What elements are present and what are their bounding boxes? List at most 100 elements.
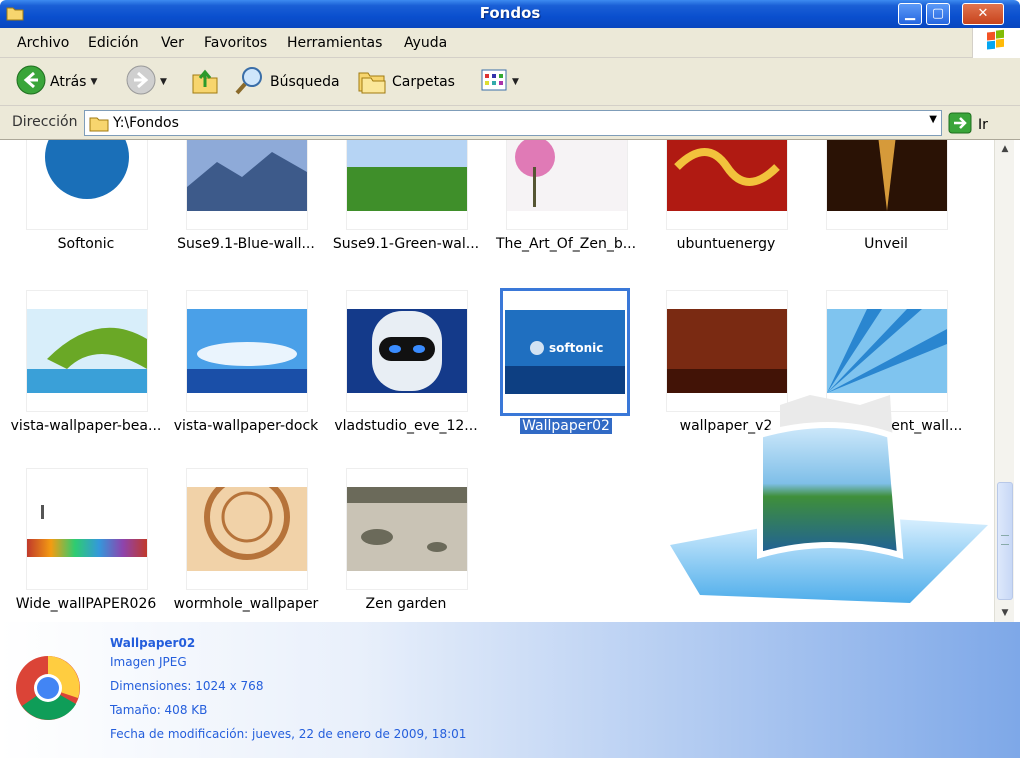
search-icon (234, 65, 266, 99)
file-name: Suse9.1-Blue-wall... (177, 236, 315, 252)
file-list: Softonic Suse9.1-Blue-wall... Suse9.1-Gr… (0, 140, 994, 622)
file-name: Suse9.1-Green-wal... (332, 236, 480, 252)
address-input[interactable]: Y:\Fondos ▼ (84, 110, 942, 136)
up-folder-icon (190, 65, 220, 99)
back-dropdown-icon[interactable]: ▼ (90, 77, 97, 87)
file-name: The_Art_Of_Zen_b... (495, 236, 637, 252)
folders-label: Carpetas (392, 74, 455, 90)
thumbnail-image (187, 140, 307, 211)
thumbnail (26, 290, 148, 412)
address-value: Y:\Fondos (113, 115, 179, 131)
scroll-thumb[interactable] (997, 482, 1013, 600)
svg-text:softonic: softonic (549, 341, 603, 355)
thumbnail: softonic (500, 288, 630, 416)
thumbnail-image (827, 309, 947, 393)
folders-button[interactable]: Carpetas (356, 66, 455, 98)
thumbnail-image (347, 487, 467, 571)
detail-file-name: Wallpaper02 (110, 636, 196, 650)
menu-bar: Archivo Edición Ver Favoritos Herramient… (0, 28, 1020, 58)
go-arrow-icon (948, 112, 972, 138)
folder-icon (89, 114, 109, 136)
address-bar: Dirección Y:\Fondos ▼ Ir (0, 106, 1020, 140)
go-label: Ir (978, 117, 988, 133)
thumbnail (186, 468, 308, 590)
thumbnail (346, 140, 468, 230)
thumbnail-image (347, 309, 467, 393)
search-button[interactable]: Búsqueda (234, 66, 340, 98)
file-name: vista-wallpaper-bea... (10, 418, 162, 434)
close-button[interactable]: ✕ (962, 3, 1004, 25)
menu-edicion[interactable]: Edición (88, 35, 139, 51)
thumbnail (506, 140, 628, 230)
file-name: Wallpaper02 (520, 418, 612, 434)
file-name: ubuntuenergy (676, 236, 776, 252)
forward-button[interactable]: ▼ (126, 65, 167, 99)
back-button[interactable]: Atrás ▼ (16, 65, 97, 99)
forward-arrow-icon (126, 65, 156, 99)
thumbnail-image (27, 309, 147, 393)
scroll-up-button[interactable]: ▲ (995, 140, 1015, 158)
windows-logo-icon (972, 28, 1020, 58)
thumbnail (186, 290, 308, 412)
detail-dimensions: Dimensiones: 1024 x 768 (110, 679, 264, 693)
thumbnail (346, 468, 468, 590)
grip-icon (1001, 535, 1009, 545)
address-label: Dirección (12, 114, 78, 130)
thumbnail-image (187, 309, 307, 393)
detail-size: Tamaño: 408 KB (110, 703, 208, 717)
thumbnail (826, 140, 948, 230)
scroll-down-button[interactable]: ▼ (995, 604, 1015, 622)
photo-gallery-decoration (660, 395, 990, 610)
forward-dropdown-icon[interactable]: ▼ (160, 77, 167, 87)
thumbnail-image (827, 140, 947, 211)
menu-ayuda[interactable]: Ayuda (404, 35, 447, 51)
menu-ver[interactable]: Ver (161, 35, 184, 51)
address-dropdown-icon[interactable]: ▼ (929, 114, 937, 125)
menu-favoritos[interactable]: Favoritos (204, 35, 267, 51)
chrome-icon (14, 654, 82, 726)
file-name: Zen garden (365, 596, 447, 612)
thumbnail-image (507, 140, 627, 211)
maximize-button[interactable]: ▢ (926, 3, 950, 25)
thumbnail-image (667, 309, 787, 393)
detail-file-type: Imagen JPEG (110, 655, 187, 669)
thumbnail (26, 140, 148, 230)
minimize-button[interactable]: ▁ (898, 3, 922, 25)
views-dropdown-icon[interactable]: ▼ (512, 77, 519, 87)
search-label: Búsqueda (270, 74, 340, 90)
go-button[interactable]: Ir (948, 112, 988, 138)
thumbnail (666, 140, 788, 230)
detail-modified: Fecha de modificación: jueves, 22 de ene… (110, 727, 467, 741)
file-name: wormhole_wallpaper (173, 596, 319, 612)
thumbnail (26, 468, 148, 590)
details-panel: Wallpaper02 Imagen JPEG Dimensiones: 102… (0, 622, 1020, 758)
views-button[interactable]: ▼ (480, 66, 519, 98)
file-name: Unveil (864, 236, 908, 252)
up-folder-button[interactable] (190, 66, 220, 98)
file-name: vista-wallpaper-dock (173, 418, 319, 434)
file-name: vladstudio_eve_12... (334, 418, 478, 434)
thumbnail-image (187, 487, 307, 571)
thumbnail (346, 290, 468, 412)
menu-herramientas[interactable]: Herramientas (287, 35, 382, 51)
title-bar: Fondos ▁ ▢ ✕ (0, 0, 1020, 28)
folders-icon (356, 65, 388, 99)
thumbnail-image (347, 140, 467, 211)
thumbnail (666, 290, 788, 412)
window-title: Fondos (479, 4, 541, 22)
back-label: Atrás (50, 74, 87, 90)
menu-archivo[interactable]: Archivo (17, 35, 69, 51)
photo-gallery-icon (670, 395, 988, 603)
thumbnail-image (667, 140, 787, 211)
thumbnail-image (27, 140, 147, 211)
file-name: Wide_wallPAPER026 (15, 596, 157, 612)
thumbnail-image (27, 487, 147, 571)
vertical-scrollbar[interactable]: ▲ ▼ (994, 140, 1014, 622)
thumbnail (186, 140, 308, 230)
thumbnail (826, 290, 948, 412)
views-icon (480, 67, 508, 97)
toolbar: Atrás ▼ ▼ Búsqueda Carpetas ▼ (0, 58, 1020, 106)
thumbnail-image: softonic (505, 310, 625, 394)
back-arrow-icon (16, 65, 46, 99)
file-name: Softonic (57, 236, 115, 252)
